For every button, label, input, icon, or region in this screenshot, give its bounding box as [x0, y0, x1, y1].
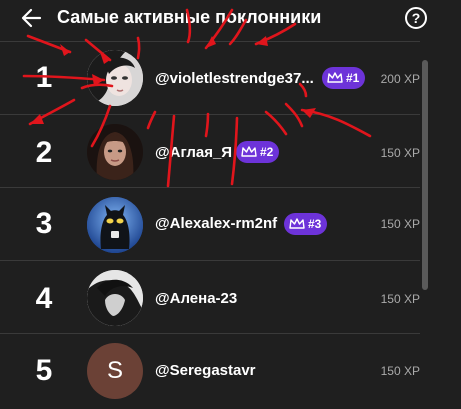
badge-label: #1 — [346, 71, 360, 85]
username[interactable]: @Alexalex-rm2nf — [155, 215, 277, 232]
xp-value: 150 XP — [380, 217, 420, 231]
username[interactable]: @Аглая_Я — [155, 144, 232, 161]
xp-value: 150 XP — [380, 146, 420, 160]
avatar-image — [87, 197, 143, 253]
xp-value: 150 XP — [380, 364, 420, 378]
help-button[interactable]: ? — [405, 7, 427, 29]
crown-icon — [289, 218, 305, 229]
badge-label: #2 — [260, 145, 274, 159]
username[interactable]: @violetlestrendge37... — [155, 70, 314, 87]
avatar-letter: S — [106, 357, 123, 384]
rank-number: 5 — [35, 354, 53, 387]
avatar — [87, 197, 143, 253]
list-item[interactable]: 3 @Alexalex-rm2nf #3 150 XP — [0, 187, 420, 260]
top-fan-badge: #2 — [236, 141, 280, 163]
username[interactable]: @Seregastavr — [155, 362, 256, 379]
avatar-image — [87, 50, 143, 106]
list-item[interactable]: 2 @Аглая_Я #2 150 XP — [0, 114, 420, 187]
top-fan-badge: #3 — [284, 213, 328, 235]
top-fan-badge: #1 — [322, 67, 366, 89]
list-item[interactable]: 1 @violetlestrendge37... #1 200 XP — [0, 41, 420, 114]
arrow-left-icon — [21, 8, 42, 28]
username[interactable]: @Алена-23 — [155, 290, 237, 307]
xp-value: 200 XP — [380, 72, 420, 86]
badge-label: #3 — [308, 217, 322, 231]
header: Самые активные поклонники ? — [0, 0, 461, 40]
scrollbar[interactable] — [422, 60, 428, 290]
rank-number: 2 — [35, 136, 53, 169]
crown-icon — [241, 146, 257, 157]
rank-number: 1 — [35, 61, 53, 94]
list-item[interactable]: 4 @Алена-23 150 XP — [0, 260, 420, 333]
avatar-image — [87, 270, 143, 326]
avatar: S — [87, 343, 143, 399]
avatar — [87, 124, 143, 180]
avatar-image — [87, 124, 143, 180]
crown-icon — [327, 72, 343, 83]
xp-value: 150 XP — [380, 292, 420, 306]
page-title: Самые активные поклонники — [57, 7, 322, 27]
rank-number: 3 — [35, 207, 53, 240]
rank-number: 4 — [35, 282, 53, 315]
avatar — [87, 270, 143, 326]
avatar — [87, 50, 143, 106]
list-item[interactable]: 5 S @Seregastavr 150 XP — [0, 333, 420, 406]
back-button[interactable] — [18, 4, 46, 32]
